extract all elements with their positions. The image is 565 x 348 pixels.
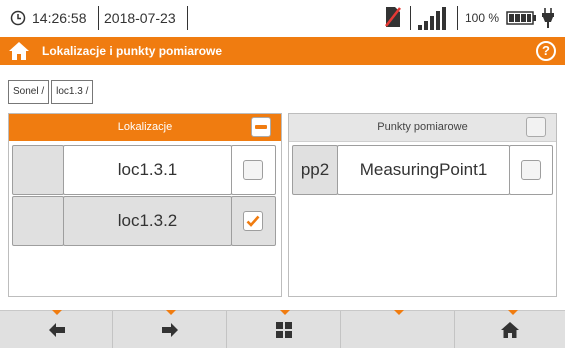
page-title: Lokalizacje i punkty pomiarowe <box>42 44 223 58</box>
help-icon[interactable]: ? <box>536 41 556 61</box>
locations-panel: Lokalizacje loc1.3.1 loc1.3.2 <box>8 113 282 297</box>
battery-icon <box>506 10 538 31</box>
point-id[interactable]: pp2 <box>292 145 338 195</box>
location-checkbox-checked[interactable] <box>243 211 263 231</box>
status-divider <box>98 6 99 30</box>
status-divider <box>457 6 458 30</box>
measuring-points-panel: Punkty pomiarowe pp2 MeasuringPoint1 <box>288 113 557 297</box>
point-name[interactable]: MeasuringPoint1 <box>337 145 510 195</box>
location-name[interactable]: loc1.3.2 <box>63 196 232 246</box>
breadcrumb-item-sonel[interactable]: Sonel / <box>8 80 50 104</box>
breadcrumb-item-loc1-3[interactable]: loc1.3 / <box>51 80 94 104</box>
locations-header-label: Lokalizacje <box>117 121 173 133</box>
forward-button[interactable] <box>113 311 227 348</box>
home-icon <box>501 322 519 338</box>
back-button[interactable] <box>0 311 113 348</box>
measuring-points-header-label: Punkty pomiarowe <box>377 121 468 133</box>
battery-percent: 100 % <box>465 11 500 25</box>
bottom-toolbar <box>0 310 565 348</box>
status-date: 2018-07-23 <box>104 10 176 26</box>
arrow-left-icon <box>49 323 65 337</box>
locations-header: Lokalizacje <box>9 114 281 141</box>
checkmark-icon <box>246 215 260 227</box>
breadcrumb: Sonel / loc1.3 / <box>8 80 95 104</box>
measuring-points-header: Punkty pomiarowe <box>289 114 556 142</box>
location-row-handle[interactable] <box>12 196 64 246</box>
location-name[interactable]: loc1.3.1 <box>63 145 232 195</box>
empty-toolbar-button[interactable] <box>341 311 455 348</box>
location-row-handle[interactable] <box>12 145 64 195</box>
select-all-locations-checkbox[interactable] <box>251 117 271 137</box>
clock-icon <box>10 10 26 31</box>
status-bar: 14:26:58 2018-07-23 100 % <box>0 0 565 36</box>
location-checkbox-cell[interactable] <box>231 145 276 195</box>
location-checkbox-cell[interactable] <box>231 196 276 246</box>
home-button[interactable] <box>455 311 565 348</box>
point-checkbox[interactable] <box>521 160 541 180</box>
status-divider <box>410 6 411 30</box>
signal-icon <box>418 7 448 36</box>
status-time: 14:26:58 <box>32 10 87 26</box>
status-divider <box>187 6 188 30</box>
location-checkbox[interactable] <box>243 160 263 180</box>
title-bar: Lokalizacje i punkty pomiarowe ? <box>0 37 565 65</box>
menu-grid-button[interactable] <box>227 311 341 348</box>
home-icon[interactable] <box>8 41 30 66</box>
select-all-points-checkbox[interactable] <box>526 117 546 137</box>
point-checkbox-cell[interactable] <box>509 145 553 195</box>
charging-icon <box>541 8 555 33</box>
grid-icon <box>276 322 292 338</box>
simcard-icon <box>384 6 402 33</box>
arrow-right-icon <box>162 323 178 337</box>
